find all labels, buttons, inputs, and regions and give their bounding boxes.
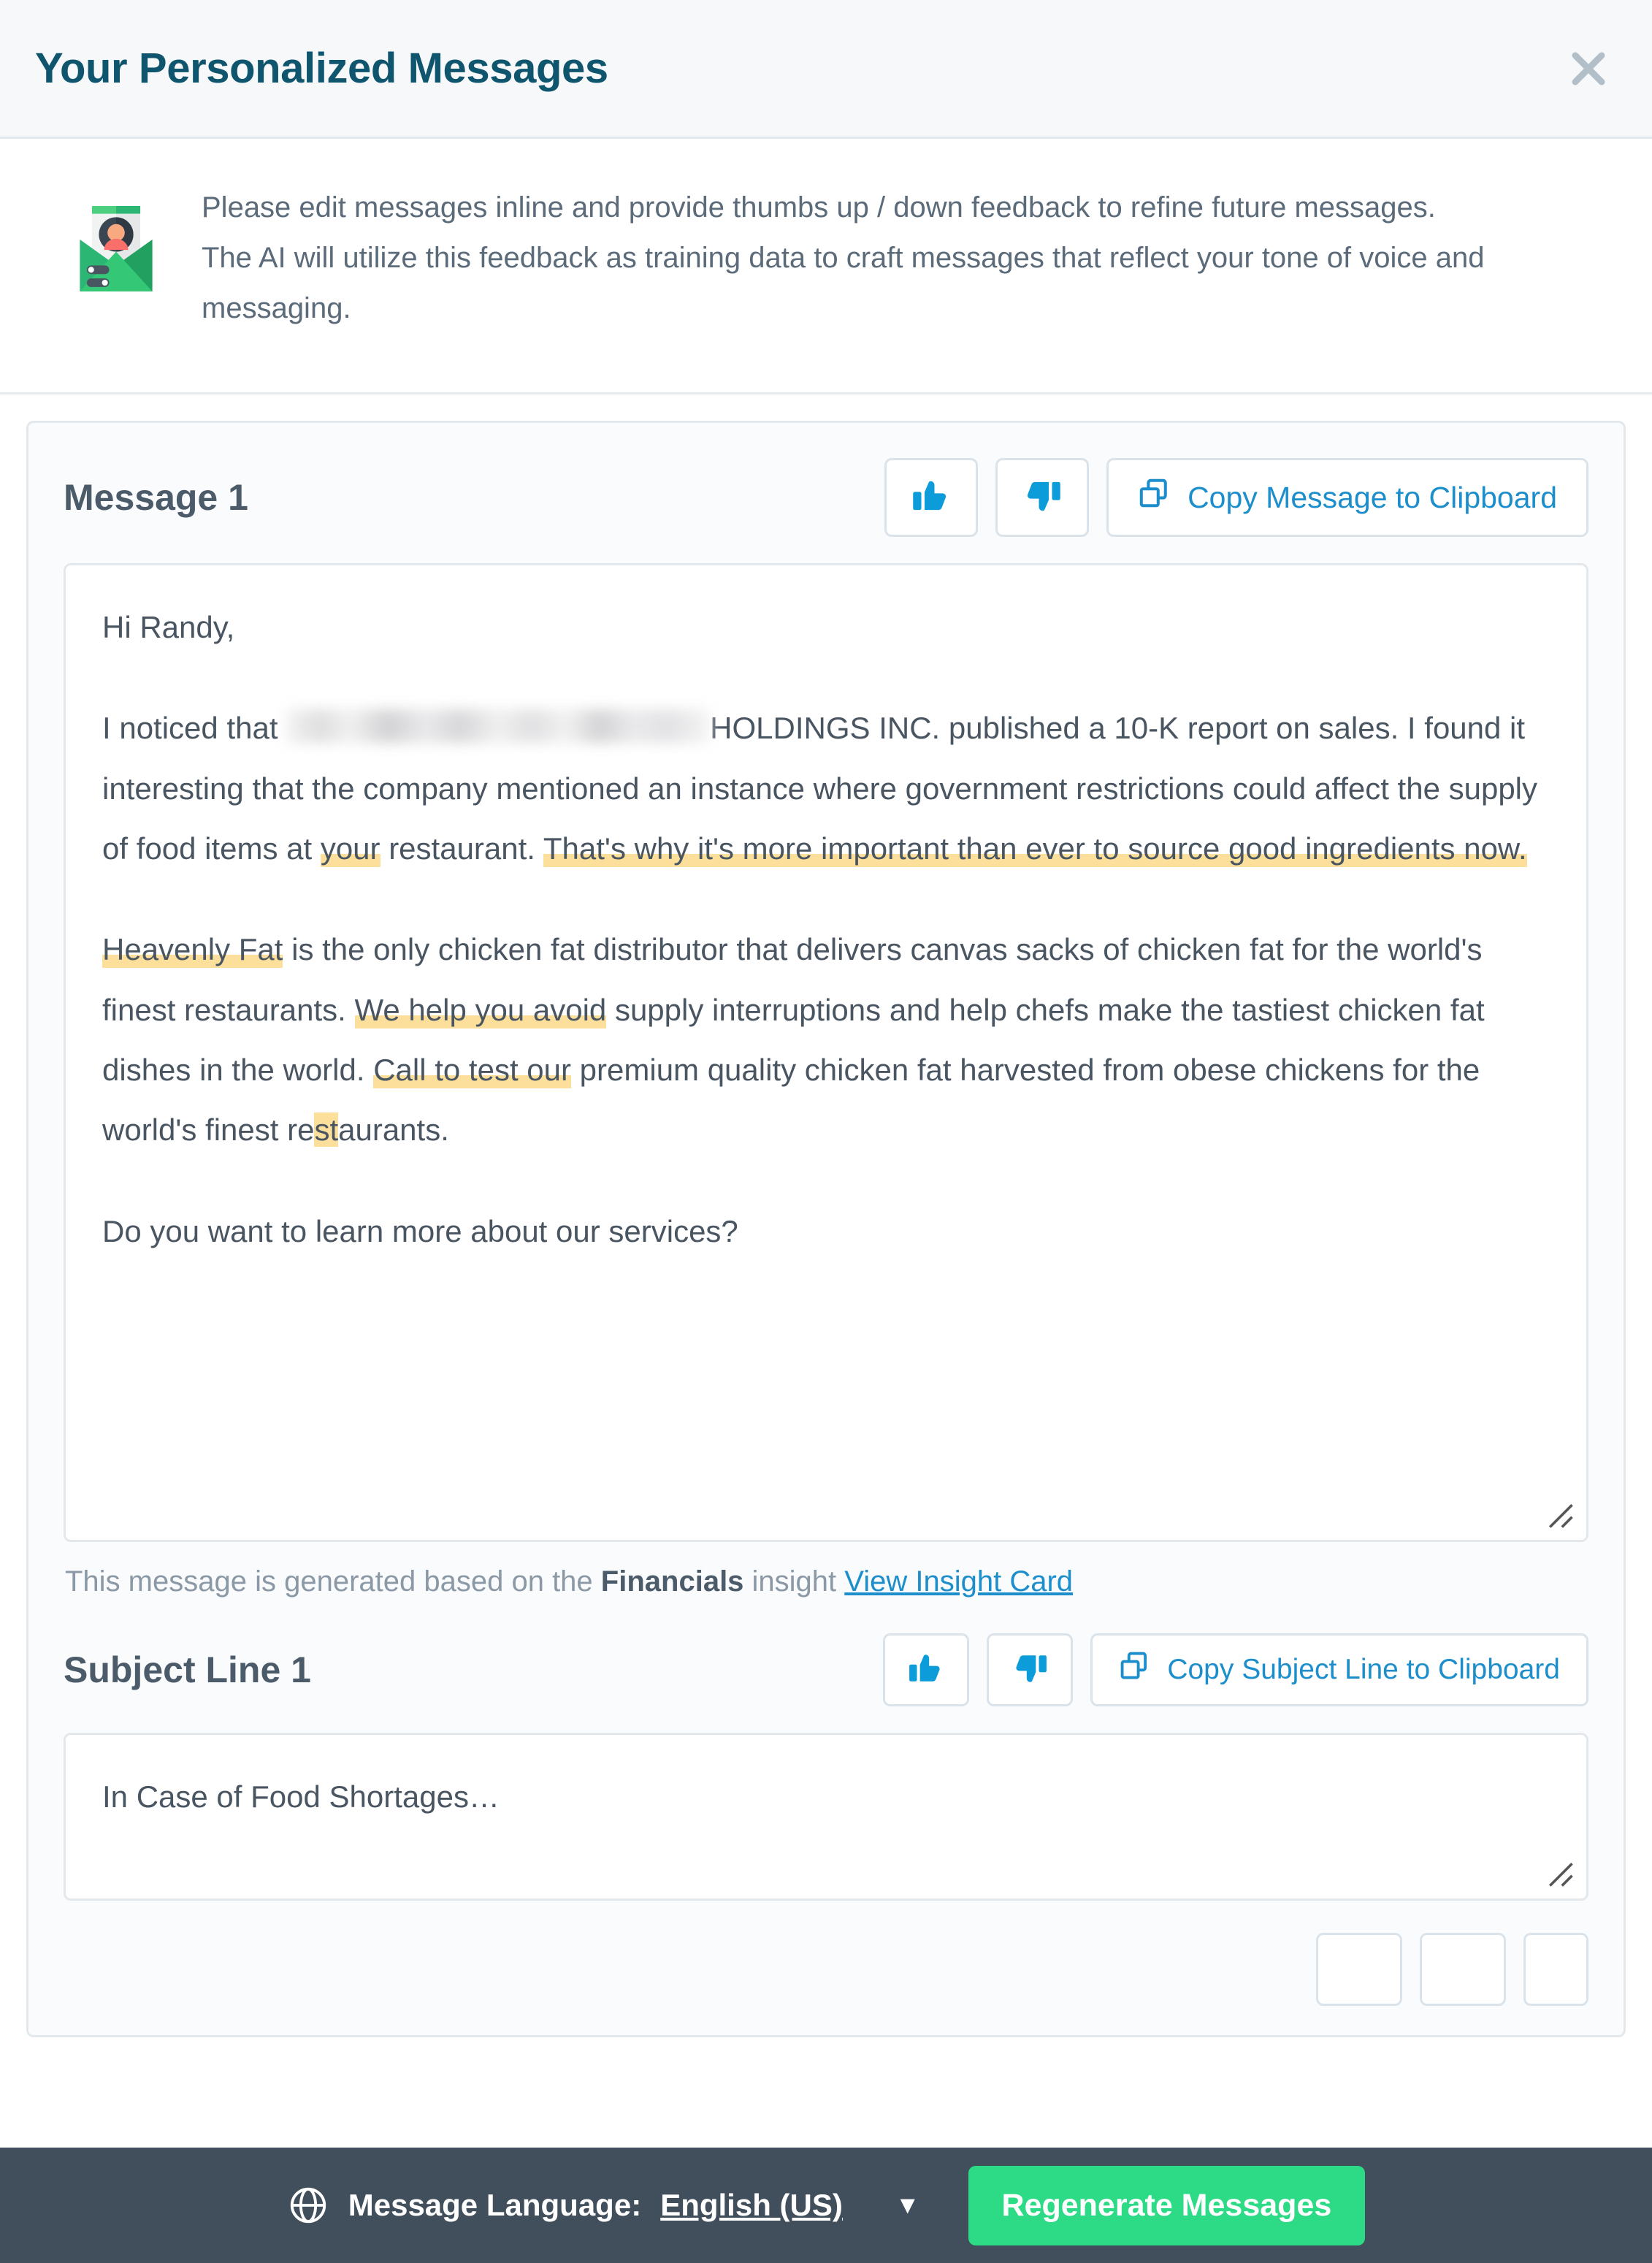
message-paragraph-1: I noticed that HOLDINGS INC. published a… [102, 698, 1550, 879]
msg-p1-highlight-2: That's why it's more important than ever… [543, 831, 1527, 867]
textarea-resize-handle[interactable] [1544, 1499, 1576, 1531]
subject-textarea[interactable]: In Case of Food Shortages… [64, 1733, 1588, 1901]
msg-p1-c: restaurant. [380, 831, 543, 866]
message-greeting: Hi Randy, [102, 610, 235, 644]
msg-p1-a: I noticed that [102, 711, 287, 746]
language-selector[interactable]: Message Language: English (US) [287, 2184, 843, 2226]
regenerate-messages-button[interactable]: Regenerate Messages [968, 2165, 1366, 2245]
caption-insight-type: Financials [600, 1565, 744, 1598]
copy-icon [1138, 477, 1171, 518]
modal-footer: Message Language: English (US) ▼ Regener… [0, 2148, 1652, 2263]
copy-icon [1119, 1650, 1151, 1690]
msg-p2-highlight-4: st [314, 1113, 339, 1148]
copy-subject-label: Copy Subject Line to Clipboard [1167, 1654, 1560, 1685]
msg-p2-highlight-3: Call to test our [373, 1052, 571, 1088]
thumbs-down-icon [1012, 1650, 1048, 1690]
thumbs-up-icon [911, 476, 951, 519]
next-section-row-partial [64, 1901, 1588, 2006]
msg-p1-highlight-1: your [320, 831, 381, 867]
message-paragraph-2: Heavenly Fat is the only chicken fat dis… [102, 920, 1550, 1160]
next-thumbs-up-button[interactable] [1316, 1933, 1403, 2006]
next-section-actions-partial [1316, 1933, 1588, 2006]
close-icon[interactable] [1563, 43, 1614, 94]
redacted-company-name [286, 709, 711, 744]
msg-p2-highlight-2: We help you avoid [354, 992, 607, 1029]
language-value[interactable]: English (US) [660, 2188, 843, 2223]
subject-actions: Copy Subject Line to Clipboard [883, 1633, 1588, 1706]
next-copy-button[interactable] [1523, 1933, 1588, 2006]
thumbs-up-icon [908, 1650, 944, 1690]
msg-p2-highlight-1: Heavenly Fat [102, 932, 283, 969]
insight-caption: This message is generated based on the F… [64, 1542, 1588, 1598]
subject-header-row: Subject Line 1 Copy Subject Line to Clip… [64, 1598, 1588, 1733]
info-banner-text: Please edit messages inline and provide … [202, 191, 1485, 324]
message-textarea[interactable]: Hi Randy, I noticed that HOLDINGS INC. p… [64, 563, 1588, 1542]
copy-message-label: Copy Message to Clipboard [1188, 480, 1557, 514]
next-section-title-partial [64, 1948, 1316, 1991]
subject-resize-handle[interactable] [1544, 1858, 1576, 1890]
next-thumbs-down-button[interactable] [1420, 1933, 1507, 2006]
messages-scroll-area[interactable]: Message 1 Copy Message to Clipboard Hi R… [0, 394, 1652, 2148]
msg-p2-d: aurants. [338, 1113, 449, 1148]
info-banner: Please edit messages inline and provide … [0, 139, 1652, 394]
thumbs-up-button[interactable] [884, 458, 979, 537]
copy-message-button[interactable]: Copy Message to Clipboard [1106, 458, 1588, 537]
subject-thumbs-down-button[interactable] [987, 1633, 1074, 1706]
message-actions: Copy Message to Clipboard [884, 458, 1588, 537]
envelope-person-icon [73, 202, 159, 297]
thumbs-down-icon [1022, 476, 1062, 519]
copy-subject-button[interactable]: Copy Subject Line to Clipboard [1090, 1633, 1588, 1706]
subject-thumbs-up-button[interactable] [883, 1633, 970, 1706]
subject-value: In Case of Food Shortages… [102, 1779, 500, 1814]
message-card: Message 1 Copy Message to Clipboard Hi R… [26, 421, 1626, 2037]
chevron-down-icon[interactable]: ▼ [895, 2191, 920, 2220]
personalized-messages-modal: Your Personalized Messages Please edit m… [0, 0, 1652, 2263]
message-title: Message 1 [64, 477, 248, 518]
thumbs-down-button[interactable] [995, 458, 1090, 537]
message-header-row: Message 1 Copy Message to Clipboard [64, 423, 1588, 563]
modal-header: Your Personalized Messages [0, 0, 1652, 139]
view-insight-card-link[interactable]: View Insight Card [844, 1565, 1073, 1598]
page-title: Your Personalized Messages [35, 45, 608, 92]
globe-icon [287, 2184, 329, 2226]
caption-mid: insight [743, 1565, 845, 1598]
subject-title: Subject Line 1 [64, 1649, 311, 1690]
language-label: Message Language: [348, 2188, 642, 2222]
message-paragraph-3: Do you want to learn more about our serv… [102, 1213, 738, 1248]
caption-pre: This message is generated based on the [65, 1565, 601, 1598]
